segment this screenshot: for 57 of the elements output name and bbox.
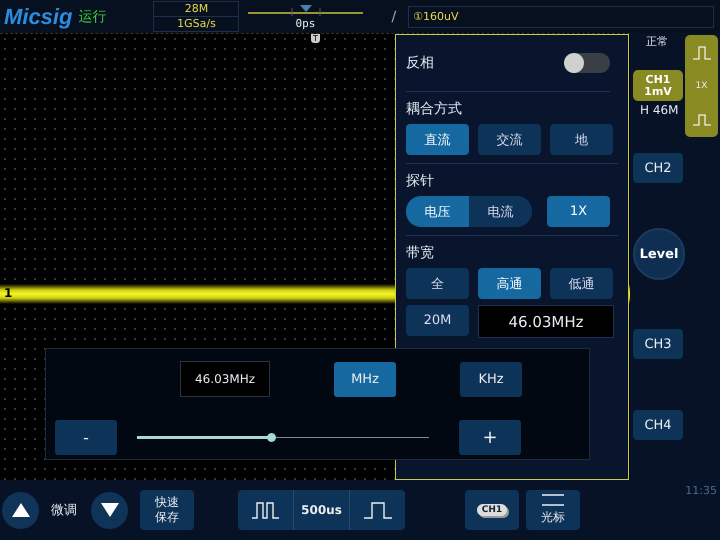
invert-toggle[interactable] <box>564 53 610 73</box>
run-state: 运行 <box>78 8 108 26</box>
channel-button[interactable]: CH4 <box>633 410 683 440</box>
bandwidth-limit-button[interactable]: 20M <box>406 305 469 336</box>
bandwidth-label: 带宽 <box>406 244 435 262</box>
up-arrow-icon <box>12 503 30 517</box>
trigger-marker: T <box>311 34 320 43</box>
invert-label: 反相 <box>406 54 434 72</box>
bandwidth-option[interactable]: 全 <box>406 268 469 299</box>
memory-depth: 28M <box>184 2 210 16</box>
fine-tune-label: 微调 <box>51 502 77 519</box>
down-arrow-icon <box>100 503 118 517</box>
timeline-indicator-icon <box>248 3 363 17</box>
probe-label: 探针 <box>406 172 435 190</box>
channel-button[interactable]: CH3 <box>633 329 683 359</box>
probe-ratio-button[interactable]: 1X <box>547 196 610 227</box>
timebase-value: 500us <box>293 490 350 530</box>
trigger-level: ①160uV <box>408 6 714 28</box>
clock: 11:35 <box>685 484 717 497</box>
pulse-train-icon <box>250 500 280 520</box>
bandwidth-option[interactable]: 高通 <box>478 268 541 299</box>
cursor-lines-icon <box>542 494 564 506</box>
frequency-slider[interactable] <box>137 436 429 438</box>
sample-rate: 1GSa/s <box>154 16 238 31</box>
trigger-slope: / <box>391 8 396 24</box>
increase-button[interactable]: + <box>459 420 521 454</box>
decrease-button[interactable]: - <box>55 420 117 454</box>
pulse-icon <box>362 500 392 520</box>
unit-button[interactable]: MHz <box>334 362 396 396</box>
coupling-label: 耦合方式 <box>406 100 463 118</box>
level-knob[interactable]: Level <box>633 228 685 280</box>
coupling-option[interactable]: 地 <box>550 124 613 155</box>
frequency-field[interactable]: 46.03MHz <box>180 361 270 397</box>
bandwidth-readout: H 46M <box>640 103 678 117</box>
probe-type-option[interactable]: 电压 <box>406 196 469 227</box>
bandwidth-option[interactable]: 低通 <box>550 268 613 299</box>
channel-marker: 1 <box>4 286 12 300</box>
probe-ratio: 1X <box>696 81 708 91</box>
unit-button[interactable]: KHz <box>460 362 522 396</box>
quick-save-button[interactable]: 快速 保存 <box>140 490 194 530</box>
down-button[interactable] <box>91 492 128 528</box>
up-button[interactable] <box>2 492 39 528</box>
acquire-mode: 正常 <box>646 34 668 49</box>
time-offset: 0ps <box>296 17 316 30</box>
cursor-button[interactable]: 光标 <box>526 490 580 530</box>
probe-type-option[interactable]: 电流 <box>469 196 532 227</box>
brand-logo: Micsig <box>4 4 72 30</box>
ch1-button[interactable]: CH1 1mV <box>633 70 683 101</box>
bandwidth-value-field[interactable]: 46.03MHz <box>478 305 614 338</box>
ch1-badge: CH1 <box>476 504 508 516</box>
slider-thumb[interactable] <box>267 432 276 442</box>
coupling-option[interactable]: 直流 <box>406 124 469 155</box>
channel-button[interactable]: CH2 <box>633 153 683 183</box>
channel-select-button[interactable]: CH1 <box>465 490 519 530</box>
coupling-option[interactable]: 交流 <box>478 124 541 155</box>
cursor-label: 光标 <box>541 509 565 526</box>
pulse-icon <box>692 45 712 61</box>
